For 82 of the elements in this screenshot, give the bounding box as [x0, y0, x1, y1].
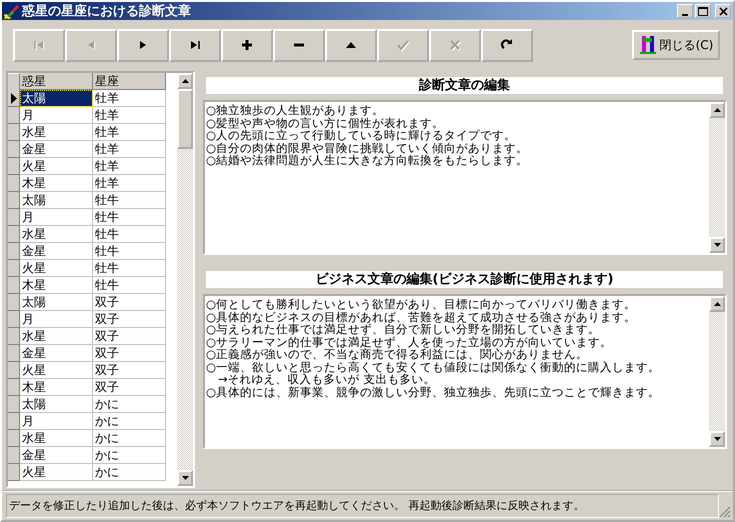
table-cell: 太陽 — [20, 90, 93, 107]
down-arrow-icon — [714, 437, 720, 441]
table-cell: 木星 — [20, 379, 93, 396]
table-cell: かに — [93, 413, 166, 430]
up-arrow-icon — [714, 108, 720, 112]
scroll-up-button[interactable] — [709, 296, 725, 312]
table-cell: 火星 — [20, 362, 93, 379]
table-cell: 双子 — [93, 328, 166, 345]
up-arrow-icon — [714, 302, 720, 306]
table-cell: 牡牛 — [93, 192, 166, 209]
table-cell: 木星 — [20, 277, 93, 294]
table-cell: かに — [93, 396, 166, 413]
table-cell: 水星 — [20, 124, 93, 141]
scroll-down-button[interactable] — [709, 431, 725, 447]
close-icon — [718, 6, 728, 16]
table-cell: 金星 — [20, 345, 93, 362]
table-cell: 牡羊 — [93, 107, 166, 124]
table-cell: 牡牛 — [93, 209, 166, 226]
table-cell: 牡羊 — [93, 124, 166, 141]
table-cell: 双子 — [93, 379, 166, 396]
column-header[interactable]: 惑星 — [20, 73, 93, 90]
column-header[interactable]: 星座 — [93, 73, 166, 90]
window-title: 惑星の星座における診断文章 — [22, 2, 192, 20]
close-button[interactable]: 閉じる(C) — [632, 30, 720, 60]
table-cell: 水星 — [20, 226, 93, 243]
table-cell: 牡羊 — [93, 175, 166, 192]
table-cell: 火星 — [20, 464, 93, 481]
table-cell: かに — [93, 447, 166, 464]
table-cell: 双子 — [93, 311, 166, 328]
table-cell: 火星 — [20, 158, 93, 175]
scroll-down-button[interactable] — [177, 470, 193, 486]
table-cell: 水星 — [20, 328, 93, 345]
maximize-icon — [698, 6, 708, 16]
table-cell: 金星 — [20, 447, 93, 464]
toolbar-button[interactable] — [481, 28, 533, 62]
table-cell: 牡羊 — [93, 158, 166, 175]
table-cell: 月 — [20, 413, 93, 430]
table-cell: 牡牛 — [93, 226, 166, 243]
table-cell: 水星 — [20, 430, 93, 447]
table-cell: 月 — [20, 209, 93, 226]
maximize-button[interactable] — [695, 4, 711, 18]
down-arrow-icon — [714, 243, 720, 247]
table-cell: かに — [93, 430, 166, 447]
close-button[interactable] — [715, 4, 731, 18]
table-cell: 双子 — [93, 294, 166, 311]
table-cell: 月 — [20, 311, 93, 328]
table-cell: 牡羊 — [93, 90, 166, 107]
current-row-icon — [10, 92, 16, 104]
door-icon — [638, 35, 657, 55]
table-cell: かに — [93, 464, 166, 481]
table-cell: 金星 — [20, 243, 93, 260]
table-cell: 月 — [20, 107, 93, 124]
section-title: 診断文章の編集 — [206, 77, 723, 94]
table-cell: 牡牛 — [93, 277, 166, 294]
table-cell: 太陽 — [20, 192, 93, 209]
scroll-down-button[interactable] — [709, 237, 725, 253]
scroll-up-button[interactable] — [709, 102, 725, 118]
table-cell: 双子 — [93, 362, 166, 379]
table-cell: 牡牛 — [93, 260, 166, 277]
minimize-button[interactable] — [677, 4, 693, 18]
app-icon — [4, 3, 20, 19]
scroll-up-button[interactable] — [177, 73, 193, 89]
table-cell: 双子 — [93, 345, 166, 362]
table-cell: 牡牛 — [93, 243, 166, 260]
up-arrow-icon — [182, 79, 188, 83]
down-arrow-icon — [182, 476, 188, 480]
table-cell: 木星 — [20, 175, 93, 192]
minimize-icon — [682, 14, 688, 16]
scrollbar[interactable] — [709, 296, 725, 447]
table-cell: 太陽 — [20, 294, 93, 311]
table-cell: 火星 — [20, 260, 93, 277]
section-title: ビジネス文章の編集(ビジネス診断に使用されます) — [206, 271, 723, 288]
scrollbar-thumb[interactable] — [177, 89, 193, 149]
table-cell: 金星 — [20, 141, 93, 158]
row-indicator[interactable] — [8, 90, 20, 107]
scrollbar[interactable] — [177, 73, 193, 486]
table-cell: 牡羊 — [93, 141, 166, 158]
toolbar-button[interactable] — [221, 28, 273, 62]
resize-grip-icon — [719, 506, 731, 518]
scrollbar[interactable] — [709, 102, 725, 253]
status-bar: データを修正したり追加した後は、必ず本ソフトウエアを再起動してください。 再起動後診断結果に反映されます。 — [6, 494, 719, 518]
table-cell: 太陽 — [20, 396, 93, 413]
